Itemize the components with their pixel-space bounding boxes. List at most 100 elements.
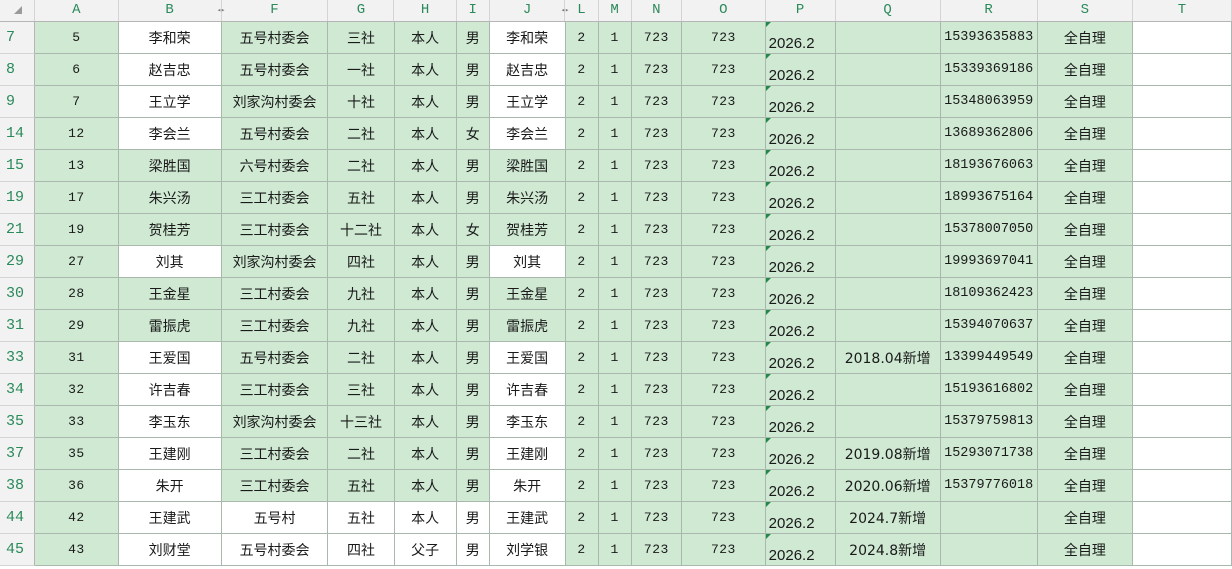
cell-n[interactable]: 723 — [631, 438, 683, 470]
cell-l[interactable]: 2 — [565, 502, 599, 534]
cell-t[interactable] — [1132, 22, 1232, 54]
cell-a[interactable]: 12 — [35, 118, 119, 150]
cell-p[interactable]: 2026.2 — [765, 310, 836, 342]
cell-r[interactable]: 18109362423 — [940, 278, 1038, 310]
cell-l[interactable]: 2 — [565, 214, 599, 246]
cell-p[interactable]: 2026.2 — [765, 246, 836, 278]
cell-a[interactable]: 31 — [35, 342, 119, 374]
cell-s[interactable]: 全自理 — [1037, 150, 1133, 182]
hidden-columns-icon[interactable]: ◂▸ — [558, 8, 571, 15]
cell-j[interactable]: 王建武 — [489, 502, 566, 534]
cell-r[interactable]: 18193676063 — [940, 150, 1038, 182]
cell-f[interactable]: 五号村 — [221, 502, 329, 534]
cell-m[interactable]: 1 — [598, 502, 632, 534]
cell-q[interactable] — [835, 150, 941, 182]
cell-t[interactable] — [1132, 534, 1232, 566]
cell-m[interactable]: 1 — [598, 406, 632, 438]
cell-n[interactable]: 723 — [631, 406, 683, 438]
cell-j[interactable]: 刘其 — [489, 246, 566, 278]
cell-n[interactable]: 723 — [631, 342, 683, 374]
cell-j[interactable]: 刘学银 — [489, 534, 566, 566]
cell-h[interactable]: 本人 — [394, 150, 457, 182]
cell-i[interactable]: 男 — [456, 310, 490, 342]
cell-p[interactable]: 2026.2 — [765, 438, 836, 470]
cell-t[interactable] — [1132, 54, 1232, 86]
cell-m[interactable]: 1 — [598, 118, 632, 150]
cell-p[interactable]: 2026.2 — [765, 54, 836, 86]
cell-n[interactable]: 723 — [631, 86, 683, 118]
cell-r[interactable]: 15193616802 — [940, 374, 1038, 406]
cell-p[interactable]: 2026.2 — [765, 182, 836, 214]
cell-o[interactable]: 723 — [682, 278, 766, 310]
row-header[interactable]: 15 — [0, 150, 36, 182]
cell-o[interactable]: 723 — [682, 534, 766, 566]
cell-t[interactable] — [1132, 182, 1232, 214]
cell-f[interactable]: 三工村委会 — [221, 214, 329, 246]
cell-n[interactable]: 723 — [631, 246, 683, 278]
row-header[interactable]: 7 — [0, 22, 36, 54]
cell-j[interactable]: 李会兰 — [489, 118, 566, 150]
cell-f[interactable]: 刘家沟村委会 — [221, 246, 329, 278]
cell-h[interactable]: 本人 — [394, 342, 457, 374]
cell-b[interactable]: 雷振虎 — [118, 310, 222, 342]
cell-p[interactable]: 2026.2 — [765, 150, 836, 182]
cell-q[interactable] — [835, 374, 941, 406]
cell-m[interactable]: 1 — [598, 182, 632, 214]
cell-m[interactable]: 1 — [598, 54, 632, 86]
cell-m[interactable]: 1 — [598, 470, 632, 502]
cell-o[interactable]: 723 — [682, 406, 766, 438]
cell-o[interactable]: 723 — [682, 342, 766, 374]
cell-q[interactable] — [835, 182, 941, 214]
cell-j[interactable]: 王立学 — [489, 86, 566, 118]
cell-q[interactable] — [835, 22, 941, 54]
cell-s[interactable]: 全自理 — [1037, 310, 1133, 342]
cell-n[interactable]: 723 — [631, 534, 683, 566]
cell-q[interactable]: 2024.8新增 — [835, 534, 941, 566]
cell-q[interactable] — [835, 406, 941, 438]
cell-h[interactable]: 父子 — [394, 534, 457, 566]
cell-q[interactable] — [835, 246, 941, 278]
cell-f[interactable]: 五号村委会 — [221, 22, 329, 54]
column-header-j[interactable]: J ◂▸ — [490, 0, 569, 21]
cell-i[interactable]: 男 — [456, 502, 490, 534]
cell-b[interactable]: 王金星 — [118, 278, 222, 310]
cell-o[interactable]: 723 — [682, 470, 766, 502]
cell-a[interactable]: 17 — [35, 182, 119, 214]
column-header-q[interactable]: Q — [836, 0, 941, 21]
cell-i[interactable]: 男 — [456, 246, 490, 278]
cell-q[interactable] — [835, 118, 941, 150]
cell-m[interactable]: 1 — [598, 246, 632, 278]
row-header[interactable]: 14 — [0, 118, 36, 150]
cell-r[interactable]: 13689362806 — [940, 118, 1038, 150]
cell-s[interactable]: 全自理 — [1037, 86, 1133, 118]
cell-h[interactable]: 本人 — [394, 54, 457, 86]
cell-i[interactable]: 男 — [456, 534, 490, 566]
cell-p[interactable]: 2026.2 — [765, 342, 836, 374]
cell-h[interactable]: 本人 — [394, 86, 457, 118]
cell-j[interactable]: 雷振虎 — [489, 310, 566, 342]
cell-o[interactable]: 723 — [682, 118, 766, 150]
cell-q[interactable] — [835, 310, 941, 342]
cell-o[interactable]: 723 — [682, 246, 766, 278]
cell-g[interactable]: 五社 — [328, 470, 395, 502]
cell-i[interactable]: 男 — [456, 278, 490, 310]
cell-n[interactable]: 723 — [631, 54, 683, 86]
cell-n[interactable]: 723 — [631, 118, 683, 150]
cell-r[interactable] — [940, 502, 1038, 534]
cell-f[interactable]: 三工村委会 — [221, 470, 329, 502]
cell-l[interactable]: 2 — [565, 22, 599, 54]
cell-g[interactable]: 二社 — [328, 150, 395, 182]
cell-f[interactable]: 三工村委会 — [221, 182, 329, 214]
cell-r[interactable]: 15378007050 — [940, 214, 1038, 246]
cell-r[interactable]: 15393635883 — [940, 22, 1038, 54]
cell-f[interactable]: 五号村委会 — [221, 54, 329, 86]
cell-g[interactable]: 四社 — [328, 246, 395, 278]
cell-t[interactable] — [1132, 374, 1232, 406]
cell-a[interactable]: 28 — [35, 278, 119, 310]
cell-g[interactable]: 十三社 — [328, 406, 395, 438]
cell-a[interactable]: 5 — [35, 22, 119, 54]
cell-j[interactable]: 王建刚 — [489, 438, 566, 470]
cell-m[interactable]: 1 — [598, 214, 632, 246]
cell-q[interactable] — [835, 214, 941, 246]
cell-m[interactable]: 1 — [598, 150, 632, 182]
